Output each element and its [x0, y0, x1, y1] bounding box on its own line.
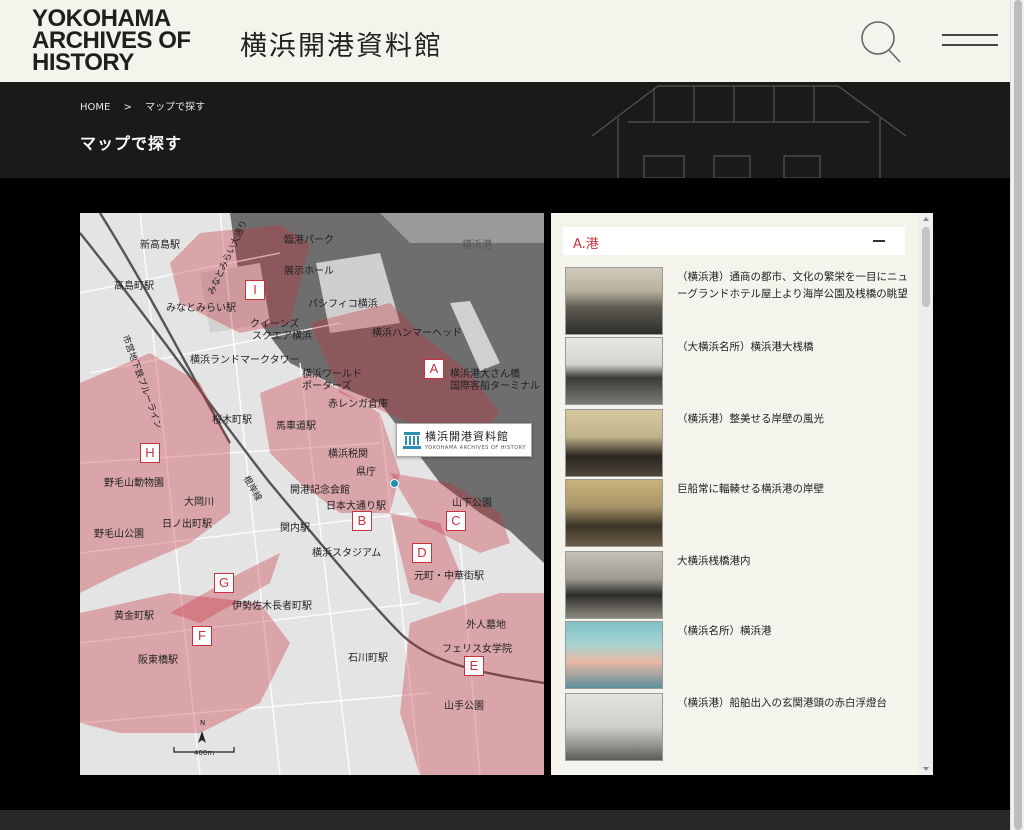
map-label: 日本大通り駅 [326, 501, 386, 512]
map-label: 横浜港 [462, 240, 492, 251]
map-label: 黄金町駅 [114, 611, 154, 622]
item-caption: （横浜名所）横浜港 [677, 625, 772, 637]
photo-list-panel: A.港 （横浜港）通商の都市、文化の繁栄を一目にニューグランドホテル屋上より海岸… [551, 213, 933, 775]
map-label: 大岡川 [184, 497, 214, 508]
footer-strip [0, 810, 1010, 830]
postcard-thumbnail [565, 693, 663, 761]
map-label: 展示ホール [284, 266, 334, 277]
map-label: 新高島駅 [140, 240, 180, 251]
hamburger-menu-icon [942, 34, 998, 36]
map-label: 開港記念会館 [290, 485, 350, 496]
map-label: 元町・中華街駅 [414, 571, 484, 582]
search-icon [861, 21, 901, 63]
breadcrumb-current: マップで探す [145, 102, 206, 113]
scroll-up-arrow-icon[interactable] [923, 217, 929, 221]
map-label: パシフィコ横浜 [308, 299, 378, 310]
scale-label: 400m [194, 749, 215, 757]
breadcrumb: HOME > マップで探す [80, 98, 215, 113]
postcard-thumbnail [565, 551, 663, 619]
site-header: YOKOHAMA ARCHIVES OF HISTORY 横浜開港資料館 [0, 0, 1010, 82]
scroll-down-arrow-icon[interactable] [923, 767, 929, 771]
map-label: 山手公園 [444, 701, 484, 712]
list-item[interactable]: 大横浜桟橋港内 [565, 551, 915, 621]
map-label: 外人墓地 [466, 620, 506, 631]
map-label: 臨港パーク [284, 235, 334, 246]
map-label: 石川町駅 [348, 653, 388, 664]
logo-line-3: HISTORY [32, 49, 134, 76]
list-item[interactable]: （大横浜名所）横浜港大桟橋 [565, 337, 915, 407]
area-map[interactable]: 新高島駅 臨港パーク 横浜港 展示ホール 高島町駅 みなとみらい大通り みなとみ… [80, 213, 544, 775]
area-marker-c[interactable]: C [446, 511, 466, 531]
breadcrumb-separator: > [123, 102, 132, 113]
map-label: フェリス女学院 [442, 644, 512, 655]
museum-tag-english: YOKOHAMA ARCHIVES OF HISTORY [425, 445, 526, 451]
item-caption: （大横浜名所）横浜港大桟橋 [677, 341, 814, 353]
list-heading-bar[interactable]: A.港 [563, 227, 905, 255]
item-caption: （横浜港）通商の都市、文化の繁栄を一目にニューグランドホテル屋上より海岸公園及桟… [677, 271, 908, 300]
map-label: 馬車道駅 [276, 421, 316, 432]
map-label: 赤レンガ倉庫 [328, 399, 388, 410]
breadcrumb-home[interactable]: HOME [80, 102, 110, 113]
area-marker-h[interactable]: H [140, 443, 160, 463]
map-label: 横浜税関 [328, 449, 368, 460]
map-scale: N 400m [172, 719, 236, 763]
map-label: 横浜ランドマークタワー [190, 355, 300, 366]
map-label: 横浜スタジアム [312, 548, 382, 559]
map-label: 野毛山公園 [94, 529, 144, 540]
area-marker-a[interactable]: A [424, 359, 444, 379]
map-label: みなとみらい駅 [166, 303, 236, 314]
item-caption: 大横浜桟橋港内 [677, 555, 751, 567]
list-item[interactable]: （横浜港）整美せる岸壁の風光 [565, 409, 915, 479]
map-label: スクエア横浜 [252, 331, 312, 342]
map-label: 伊勢佐木長者町駅 [232, 601, 312, 612]
list-item[interactable]: （横浜港）通商の都市、文化の繁栄を一目にニューグランドホテル屋上より海岸公園及桟… [565, 267, 915, 337]
main-area: 新高島駅 臨港パーク 横浜港 展示ホール 高島町駅 みなとみらい大通り みなとみ… [0, 178, 1010, 810]
area-marker-b[interactable]: B [352, 511, 372, 531]
map-label: 横浜ハンマーヘッド [372, 328, 462, 339]
map-label: 高島町駅 [114, 281, 154, 292]
map-label: 桜木町駅 [212, 415, 252, 426]
map-label: 日ノ出町駅 [162, 519, 212, 530]
postcard-thumbnail [565, 621, 663, 689]
postcard-thumbnail [565, 479, 663, 547]
postcard-thumbnail [565, 267, 663, 335]
house-outline-decoration [591, 85, 907, 178]
list-item[interactable]: （横浜港）船舶出入の玄関港頭の赤白浮燈台 [565, 693, 915, 763]
list-scroll-thumb[interactable] [922, 227, 930, 307]
area-marker-e[interactable]: E [464, 656, 484, 676]
area-marker-g[interactable]: G [214, 573, 234, 593]
title-band: HOME > マップで探す マップで探す [0, 82, 1010, 178]
area-marker-f[interactable]: F [192, 626, 212, 646]
map-label: ポーターズ [302, 381, 352, 392]
logo-english[interactable]: YOKOHAMA ARCHIVES OF HISTORY [32, 7, 232, 76]
map-label: 阪東橋駅 [138, 655, 178, 666]
map-label: 野毛山動物園 [104, 478, 164, 489]
map-label: 関内駅 [280, 523, 310, 534]
north-label: N [200, 719, 206, 727]
item-caption: 巨船常に輻輳せる横浜港の岸壁 [677, 483, 824, 495]
area-marker-i[interactable]: I [245, 280, 265, 300]
museum-building-icon [403, 432, 421, 449]
logo-japanese[interactable]: 横浜開港資料館 [240, 24, 443, 63]
museum-tag-name: 横浜開港資料館 [425, 430, 509, 443]
map-label: 山下公園 [452, 498, 492, 509]
museum-location-tag[interactable]: 横浜開港資料館 YOKOHAMA ARCHIVES OF HISTORY [396, 423, 532, 457]
list-item[interactable]: 巨船常に輻輳せる横浜港の岸壁 [565, 479, 915, 549]
map-label: 県庁 [356, 467, 376, 478]
area-marker-d[interactable]: D [412, 543, 432, 563]
list-item[interactable]: （横浜名所）横浜港 [565, 621, 915, 691]
menu-button[interactable] [942, 32, 998, 52]
list-scrollbar[interactable] [919, 213, 933, 775]
collapse-minus-icon[interactable] [873, 240, 885, 242]
item-caption: （横浜港）船舶出入の玄関港頭の赤白浮燈台 [677, 697, 887, 709]
page-scrollbar[interactable] [1010, 0, 1024, 830]
search-button[interactable] [858, 18, 904, 64]
postcard-thumbnail [565, 337, 663, 405]
page-title: マップで探す [80, 134, 183, 153]
postcard-thumbnail [565, 409, 663, 477]
list-heading: A.港 [573, 237, 599, 252]
item-caption: （横浜港）整美せる岸壁の風光 [677, 413, 824, 425]
museum-pin-icon[interactable] [390, 479, 399, 488]
map-label: 国際客船ターミナル [450, 381, 540, 392]
